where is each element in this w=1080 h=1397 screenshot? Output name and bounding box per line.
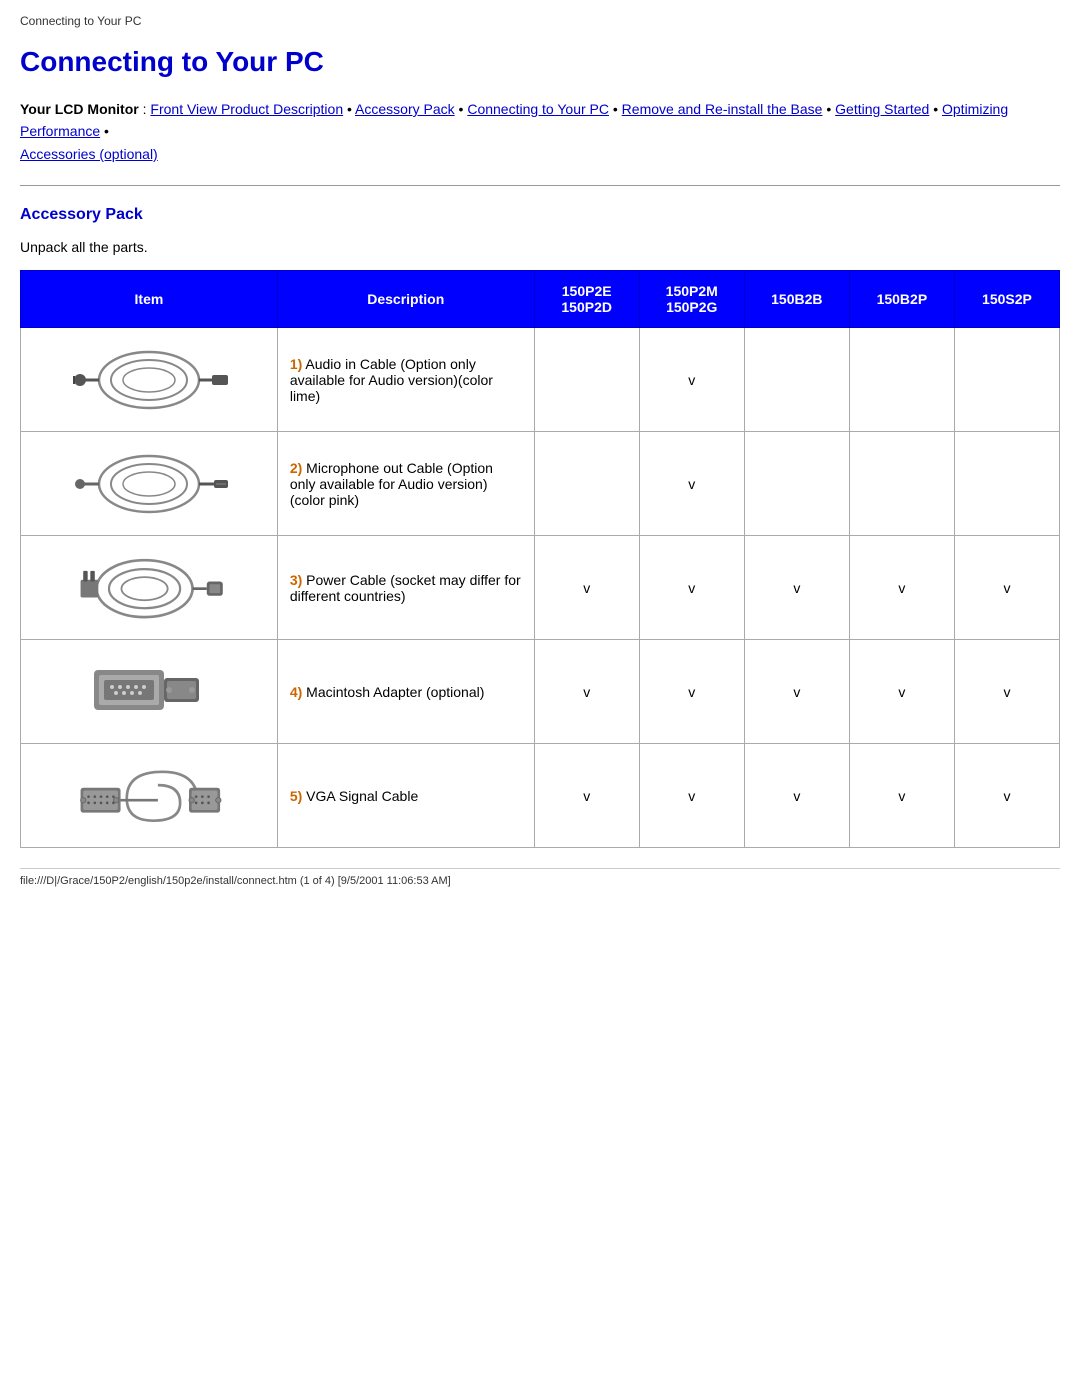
check-150s2p-row4: v (954, 640, 1059, 744)
col-header-150p2e: 150P2E150P2D (534, 271, 639, 328)
check-150p2m-row1: v (639, 328, 744, 432)
table-row: 5) VGA Signal Cable v v v v v (21, 744, 1060, 848)
item-image-3 (21, 536, 278, 640)
cable-image-power (64, 546, 234, 626)
item-image-2 (21, 432, 278, 536)
table-row: 2) Microphone out Cable (Option only ava… (21, 432, 1060, 536)
check-150b2b-row5: v (744, 744, 849, 848)
check-150p2e-row1 (534, 328, 639, 432)
table-row: 3) Power Cable (socket may differ for di… (21, 536, 1060, 640)
separator (20, 185, 1060, 186)
desc-audio-in: 1) Audio in Cable (Option only available… (277, 328, 534, 432)
table-row: 1) Audio in Cable (Option only available… (21, 328, 1060, 432)
section-title: Accessory Pack (20, 206, 1060, 224)
table-row: 4) Macintosh Adapter (optional) v v v v … (21, 640, 1060, 744)
col-header-150p2m: 150P2M150P2G (639, 271, 744, 328)
check-150b2p-row1 (849, 328, 954, 432)
table-header-row: Item Description 150P2E150P2D 150P2M150P… (21, 271, 1060, 328)
desc-mac-adapter: 4) Macintosh Adapter (optional) (277, 640, 534, 744)
check-150s2p-row3: v (954, 536, 1059, 640)
check-150s2p-row1 (954, 328, 1059, 432)
check-150b2b-row4: v (744, 640, 849, 744)
check-150p2m-row4: v (639, 640, 744, 744)
check-150s2p-row5: v (954, 744, 1059, 848)
check-150p2e-row4: v (534, 640, 639, 744)
item-image-4 (21, 640, 278, 744)
col-header-150b2b: 150B2B (744, 271, 849, 328)
check-150p2m-row2: v (639, 432, 744, 536)
check-150b2b-row2 (744, 432, 849, 536)
check-150p2m-row5: v (639, 744, 744, 848)
check-150b2p-row4: v (849, 640, 954, 744)
col-header-150s2p: 150S2P (954, 271, 1059, 328)
nav-bold-label: Your LCD Monitor (20, 101, 139, 117)
browser-tab: Connecting to Your PC (20, 10, 1060, 36)
col-header-item: Item (21, 271, 278, 328)
check-150s2p-row2 (954, 432, 1059, 536)
item-image-5 (21, 744, 278, 848)
check-150b2p-row2 (849, 432, 954, 536)
check-150b2b-row1 (744, 328, 849, 432)
check-150b2p-row5: v (849, 744, 954, 848)
col-header-150b2p: 150B2P (849, 271, 954, 328)
desc-number-1: 1) (290, 356, 302, 372)
check-150p2e-row2 (534, 432, 639, 536)
page-title: Connecting to Your PC (20, 46, 1060, 78)
footer-bar: file:///D|/Grace/150P2/english/150p2e/in… (20, 868, 1060, 887)
check-150p2m-row3: v (639, 536, 744, 640)
nav-link-getting-started[interactable]: Getting Started (835, 101, 929, 117)
nav-link-accessory-pack[interactable]: Accessory Pack (355, 101, 455, 117)
cable-image-audio-in (64, 338, 234, 418)
nav-link-front-view[interactable]: Front View Product Description (150, 101, 343, 117)
desc-number-4: 4) (290, 684, 302, 700)
desc-vga-cable: 5) VGA Signal Cable (277, 744, 534, 848)
check-150p2e-row3: v (534, 536, 639, 640)
accessory-table: Item Description 150P2E150P2D 150P2M150P… (20, 270, 1060, 848)
cable-image-mic-out (64, 442, 234, 522)
check-150b2p-row3: v (849, 536, 954, 640)
item-image-1 (21, 328, 278, 432)
nav-link-remove-reinstall[interactable]: Remove and Re-install the Base (622, 101, 823, 117)
nav-link-connecting[interactable]: Connecting to Your PC (467, 101, 609, 117)
check-150p2e-row5: v (534, 744, 639, 848)
check-150b2b-row3: v (744, 536, 849, 640)
nav-links: Your LCD Monitor : Front View Product De… (20, 98, 1060, 165)
desc-mic-out: 2) Microphone out Cable (Option only ava… (277, 432, 534, 536)
cable-image-mac-adapter (64, 650, 234, 730)
desc-number-2: 2) (290, 460, 302, 476)
nav-link-accessories[interactable]: Accessories (optional) (20, 146, 158, 162)
desc-number-3: 3) (290, 572, 302, 588)
desc-number-5: 5) (290, 788, 302, 804)
desc-power-cable: 3) Power Cable (socket may differ for di… (277, 536, 534, 640)
cable-image-vga (64, 754, 234, 834)
intro-text: Unpack all the parts. (20, 239, 1060, 255)
col-header-description: Description (277, 271, 534, 328)
